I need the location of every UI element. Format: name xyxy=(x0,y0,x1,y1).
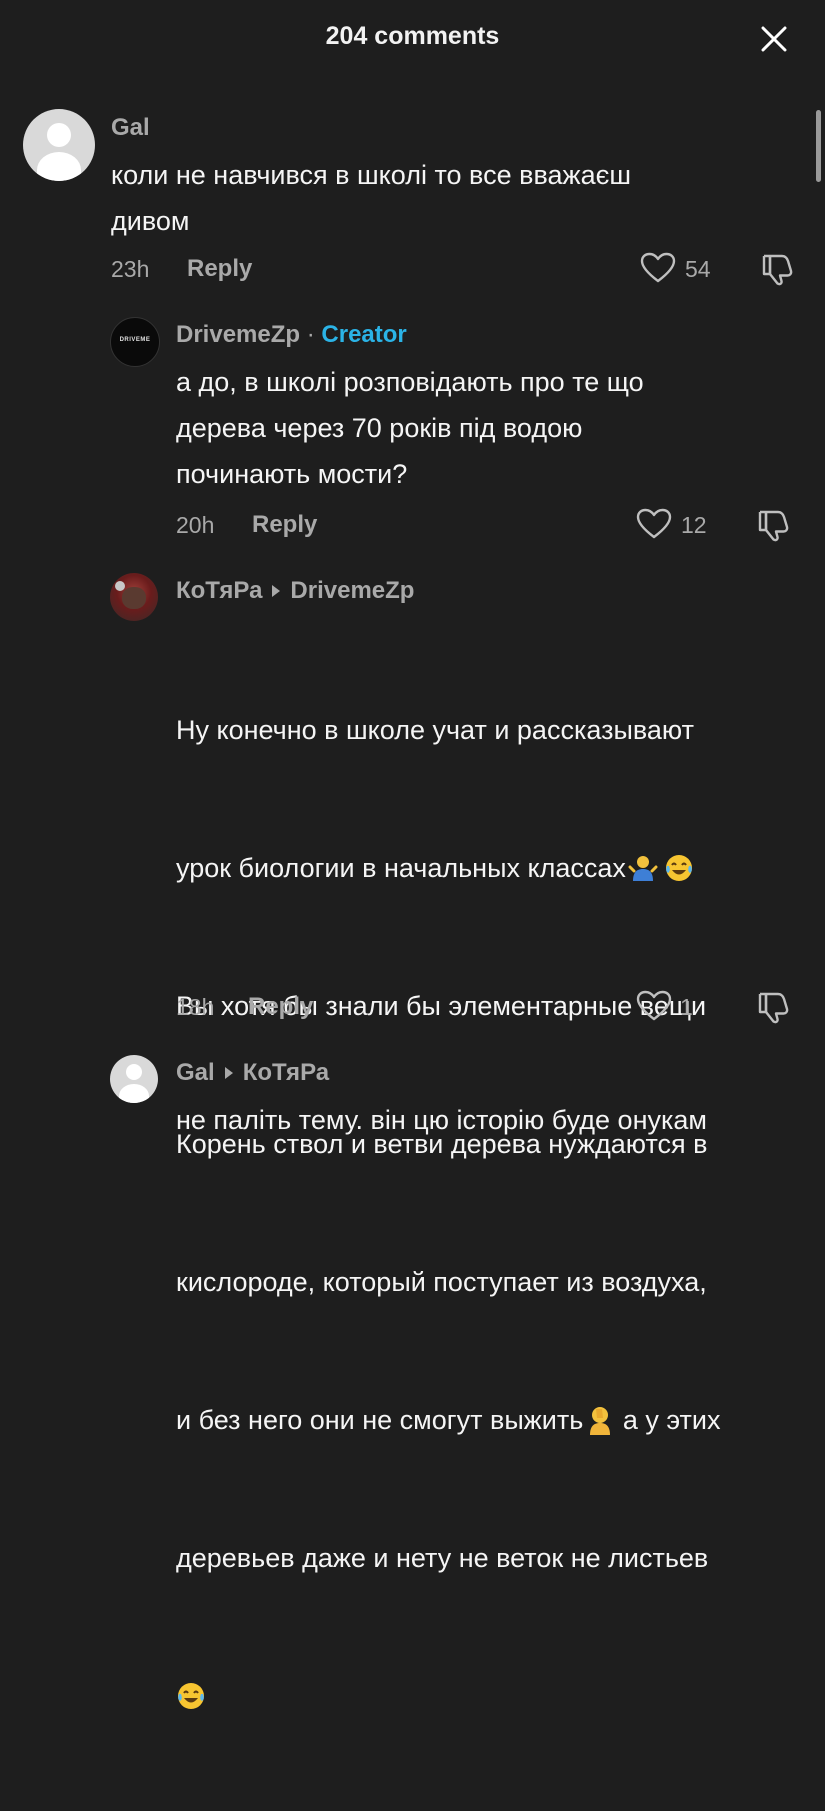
comment-text: коли не навчився в школі то все вважаєш … xyxy=(111,160,632,236)
reply-button[interactable]: Reply xyxy=(187,255,252,283)
reply-to-username[interactable]: КоТяРа xyxy=(243,1059,329,1086)
creator-badge: Creator xyxy=(321,321,407,348)
dislike-icon[interactable] xyxy=(756,990,792,1029)
comment-username-line: DrivemeZp · Creator xyxy=(176,321,407,349)
like-count: 54 xyxy=(685,256,711,282)
laughing-tears-emoji-icon xyxy=(178,1683,204,1709)
comment-text: не паліть тему. він цю історію буде онук… xyxy=(176,1105,707,1135)
comment-time: 20h xyxy=(176,512,215,538)
reply-to-username[interactable]: DrivemeZp xyxy=(290,577,414,604)
shrug-emoji-icon xyxy=(628,856,658,881)
close-icon[interactable] xyxy=(759,24,789,54)
comment-username-line: КоТяРа DrivemeZp xyxy=(176,577,414,605)
like-heart-icon[interactable] xyxy=(636,990,672,1027)
comments-header: 204 comments xyxy=(0,0,825,80)
comment-username[interactable]: DrivemeZp xyxy=(176,321,300,348)
comment-username-line: Gal КоТяРа xyxy=(176,1059,329,1087)
avatar[interactable]: DRIVEME xyxy=(110,317,160,367)
facepalm-emoji-icon xyxy=(590,1407,611,1435)
dislike-icon[interactable] xyxy=(756,508,792,547)
reply-button[interactable]: Reply xyxy=(248,993,313,1021)
like-heart-icon[interactable] xyxy=(640,252,676,289)
like-count: 1 xyxy=(680,994,693,1020)
reply-arrow-icon xyxy=(272,584,281,597)
comment-username[interactable]: Gal xyxy=(111,114,150,142)
reply-arrow-icon xyxy=(224,1066,233,1079)
separator-dot: · xyxy=(306,321,315,348)
comment-username[interactable]: Gal xyxy=(176,1059,215,1086)
avatar-logo: DRIVEME xyxy=(119,337,151,343)
laughing-tears-emoji-icon xyxy=(665,855,692,881)
comment-time: 18h xyxy=(176,994,215,1020)
scrollbar[interactable] xyxy=(816,110,821,182)
comment-username[interactable]: КоТяРа xyxy=(176,577,262,604)
like-count: 12 xyxy=(681,512,707,538)
avatar[interactable] xyxy=(110,573,158,621)
dislike-icon[interactable] xyxy=(760,252,796,291)
reply-button[interactable]: Reply xyxy=(252,511,317,539)
comment-text: Ну конечно в школе учат и рассказывают у… xyxy=(176,615,816,1811)
avatar[interactable] xyxy=(23,109,95,181)
comments-count-title: 204 comments xyxy=(325,22,500,50)
avatar[interactable] xyxy=(110,1055,158,1103)
comment-time: 23h xyxy=(111,256,150,282)
like-heart-icon[interactable] xyxy=(636,508,672,545)
comment-text: а до, в школі розповідають про те що дер… xyxy=(176,367,644,489)
